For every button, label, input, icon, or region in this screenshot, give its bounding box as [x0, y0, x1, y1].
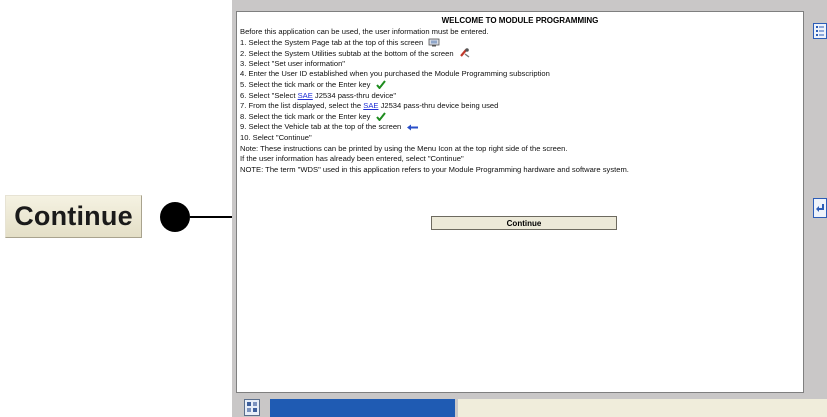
instruction-step-3: 3. Select "Set user information" — [240, 58, 346, 68]
instruction-list: Before this application can be used, the… — [240, 27, 800, 175]
continue-button[interactable]: Continue — [431, 216, 617, 230]
sae-link[interactable]: SAE — [298, 91, 313, 100]
system-utilities-icon — [459, 48, 470, 62]
instruction-step-9: 9. Select the Vehicle tab at the top of … — [240, 122, 800, 133]
screenshot-page: Continue WELCOME TO MODULE PROGRAMMING B… — [0, 0, 827, 417]
callout-continue-button: Continue — [5, 195, 142, 238]
content-panel: WELCOME TO MODULE PROGRAMMING Before thi… — [236, 11, 804, 393]
instruction-step-10: 10. Select "Continue" — [240, 132, 312, 142]
return-icon[interactable] — [813, 198, 827, 218]
menu-icon[interactable] — [813, 23, 827, 39]
sae-link[interactable]: SAE — [363, 101, 378, 110]
instruction-already-entered: If the user information has already been… — [240, 154, 464, 164]
instruction-intro: Before this application can be used, the… — [240, 27, 489, 36]
instruction-step-5: 5. Select the tick mark or the Enter key — [240, 80, 800, 91]
bottom-taskbar — [232, 398, 827, 417]
instruction-step-2: 2. Select the System Utilities subtab at… — [240, 48, 800, 59]
instruction-step-8: 8. Select the tick mark or the Enter key — [240, 112, 800, 123]
instruction-step-7: 7. From the list displayed, select the S… — [240, 101, 499, 111]
instruction-step-4: 4. Enter the User ID established when yo… — [240, 69, 550, 79]
callout-pointer-dot — [160, 202, 190, 232]
application-window: WELCOME TO MODULE PROGRAMMING Before thi… — [232, 0, 827, 417]
instruction-note-wds: NOTE: The term "WDS" used in this applic… — [240, 164, 629, 174]
vehicle-tab-arrow-icon — [406, 124, 419, 135]
page-title: WELCOME TO MODULE PROGRAMMING — [441, 16, 599, 25]
instruction-step-6: 6. Select "Select SAE J2534 pass-thru de… — [240, 90, 397, 100]
system-icon[interactable] — [244, 399, 260, 416]
status-bar — [458, 399, 827, 417]
instruction-note-print: Note: These instructions can be printed … — [240, 143, 568, 153]
taskbar-active-area[interactable] — [270, 399, 455, 417]
instruction-step-1: 1. Select the System Page tab at the top… — [240, 38, 800, 49]
